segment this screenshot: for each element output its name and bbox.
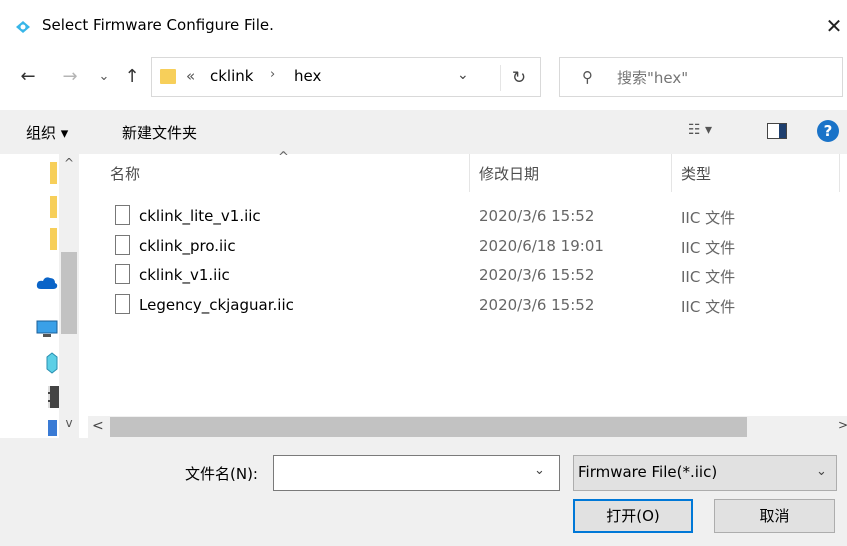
file-name: Legency_ckjaguar.iic — [139, 296, 294, 314]
file-date: 2020/3/6 15:52 — [479, 296, 595, 314]
filename-input[interactable] — [278, 460, 522, 488]
file-date: 2020/3/6 15:52 — [479, 207, 595, 225]
file-list: 名称 ^ 修改日期 类型 cklink_lite_v1.iic 2020/3/6… — [88, 150, 847, 416]
back-button[interactable]: ← — [16, 64, 40, 90]
file-type: IIC 文件 — [681, 268, 736, 286]
cancel-button[interactable]: 取消 — [714, 499, 835, 533]
scroll-right-button[interactable]: > — [838, 418, 847, 432]
file-name: cklink_lite_v1.iic — [139, 207, 261, 225]
file-type: IIC 文件 — [681, 239, 736, 257]
navigation-pane: ^ v — [0, 154, 88, 438]
file-icon — [115, 235, 130, 255]
onedrive-icon[interactable] — [36, 275, 58, 291]
computer-icon[interactable] — [36, 320, 58, 338]
file-icon — [115, 294, 130, 314]
dialog-footer: 文件名(N): ⌄ Firmware File(*.iic) ⌄ 打开(O) 取… — [0, 438, 847, 546]
filetype-value: Firmware File(*.iic) — [578, 463, 718, 481]
scroll-up-button[interactable]: ^ — [59, 156, 79, 170]
filename-label: 文件名(N): — [185, 465, 258, 483]
forward-button[interactable]: → — [58, 64, 82, 90]
folder-icon[interactable] — [50, 228, 57, 250]
video-icon[interactable] — [48, 386, 59, 408]
folder-icon[interactable] — [50, 162, 57, 184]
preview-pane-button[interactable] — [767, 123, 787, 139]
app-icon — [16, 21, 30, 33]
file-row[interactable]: cklink_lite_v1.iic 2020/3/6 15:52 IIC 文件 — [88, 202, 847, 232]
breadcrumb-hex[interactable]: hex — [294, 67, 321, 85]
file-name: cklink_v1.iic — [139, 266, 230, 284]
address-bar[interactable]: « cklink › hex ⌄ ↻ — [151, 57, 541, 97]
column-header-date[interactable]: 修改日期 — [479, 163, 539, 184]
file-type: IIC 文件 — [681, 209, 736, 227]
window-title: Select Firmware Configure File. — [42, 16, 274, 34]
file-name: cklink_pro.iic — [139, 237, 236, 255]
file-row[interactable]: Legency_ckjaguar.iic 2020/3/6 15:52 IIC … — [88, 291, 847, 321]
scroll-thumb[interactable] — [110, 417, 747, 437]
pictures-icon[interactable] — [48, 420, 57, 436]
folder-icon[interactable] — [50, 196, 57, 218]
recent-locations-button[interactable]: ⌄ — [92, 64, 116, 90]
file-icon — [115, 205, 130, 225]
3d-objects-icon[interactable] — [46, 352, 58, 374]
column-header-name[interactable]: 名称 — [110, 163, 140, 184]
sort-ascending-icon: ^ — [278, 150, 289, 165]
chevron-down-icon[interactable]: ⌄ — [534, 463, 545, 478]
folder-icon — [160, 69, 176, 84]
breadcrumb-cklink[interactable]: cklink — [210, 67, 253, 85]
chevron-down-icon: ⌄ — [816, 464, 827, 479]
change-view-button[interactable]: ☷ ▾ — [688, 122, 712, 138]
file-date: 2020/3/6 15:52 — [479, 266, 595, 284]
open-button[interactable]: 打开(O) — [573, 499, 693, 533]
file-row[interactable]: cklink_pro.iic 2020/6/18 19:01 IIC 文件 — [88, 232, 847, 262]
close-button[interactable]: ✕ — [822, 12, 846, 40]
search-box[interactable]: ⚲ — [559, 57, 843, 97]
column-divider[interactable] — [839, 154, 840, 192]
scroll-thumb[interactable] — [61, 252, 77, 334]
breadcrumb-separator[interactable]: › — [270, 67, 275, 82]
filetype-select[interactable]: Firmware File(*.iic) ⌄ — [573, 455, 837, 491]
nav-pane-scrollbar[interactable]: ^ v — [59, 154, 79, 438]
refresh-button[interactable]: ↻ — [500, 65, 537, 91]
column-divider[interactable] — [671, 154, 672, 192]
filename-combobox[interactable]: ⌄ — [273, 455, 560, 491]
breadcrumb-overflow[interactable]: « — [186, 67, 195, 85]
up-button[interactable]: ↑ — [120, 64, 144, 90]
new-folder-button[interactable]: 新建文件夹 — [122, 122, 197, 143]
command-bar: 组织 ▾ 新建文件夹 ☷ ▾ ? — [0, 110, 847, 154]
chevron-down-icon[interactable]: ⌄ — [457, 67, 469, 83]
column-divider[interactable] — [469, 154, 470, 192]
scroll-down-button[interactable]: v — [59, 416, 79, 430]
file-row[interactable]: cklink_v1.iic 2020/3/6 15:52 IIC 文件 — [88, 261, 847, 291]
organize-button[interactable]: 组织 ▾ — [26, 122, 68, 143]
file-icon — [115, 264, 130, 284]
search-icon: ⚲ — [582, 68, 593, 86]
title-bar: Select Firmware Configure File. ✕ — [0, 0, 847, 54]
help-button[interactable]: ? — [817, 120, 839, 142]
horizontal-scrollbar[interactable]: < > — [88, 416, 847, 438]
file-date: 2020/6/18 19:01 — [479, 237, 604, 255]
search-input[interactable] — [615, 64, 819, 92]
scroll-left-button[interactable]: < — [92, 418, 104, 434]
file-type: IIC 文件 — [681, 298, 736, 316]
column-header-type[interactable]: 类型 — [681, 163, 711, 184]
